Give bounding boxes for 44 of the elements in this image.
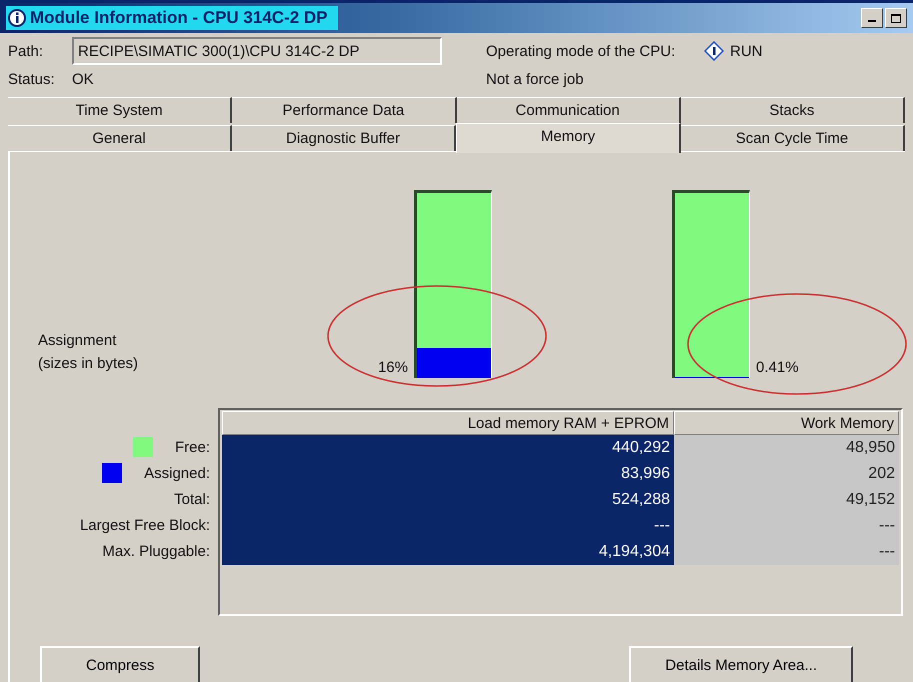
row-label: Free: bbox=[174, 438, 210, 456]
table-cell: --- bbox=[674, 513, 899, 539]
window-title: Module Information - CPU 314C-2 DP bbox=[30, 8, 328, 28]
row-label: Max. Pluggable: bbox=[102, 542, 210, 560]
percent-reading: 0.41% bbox=[756, 359, 799, 378]
table-cell: 83,996 bbox=[222, 461, 674, 487]
table-cell: --- bbox=[222, 513, 674, 539]
status-value: OK bbox=[72, 70, 95, 88]
tab[interactable]: General bbox=[8, 125, 232, 151]
mode-value: RUN bbox=[730, 42, 762, 60]
tab[interactable]: Memory bbox=[456, 123, 681, 153]
tab[interactable]: Diagnostic Buffer bbox=[232, 125, 456, 151]
force-text: Not a force job bbox=[486, 70, 585, 88]
percent-reading: 16% bbox=[378, 359, 408, 378]
tab[interactable]: Scan Cycle Time bbox=[681, 125, 905, 151]
table-cell: --- bbox=[674, 539, 899, 565]
info-icon bbox=[8, 9, 26, 27]
tab[interactable]: Performance Data bbox=[232, 97, 456, 123]
table-cell: 524,288 bbox=[222, 487, 674, 513]
tab[interactable]: Communication bbox=[456, 97, 681, 123]
diamond-icon bbox=[704, 41, 724, 61]
column-header: Work Memory bbox=[674, 411, 899, 435]
status-label: Status: bbox=[8, 70, 56, 88]
table-cell: 202 bbox=[674, 461, 899, 487]
tab[interactable]: Stacks bbox=[680, 97, 905, 123]
table-cell: 4,194,304 bbox=[222, 539, 674, 565]
row-label: Largest Free Block: bbox=[80, 516, 210, 534]
dialog-button[interactable]: Compress bbox=[40, 646, 200, 682]
path-label: Path: bbox=[8, 42, 44, 60]
maximize-icon bbox=[891, 14, 901, 22]
assignment-label: Assignment bbox=[38, 332, 118, 349]
assignment-note: (sizes in bytes) bbox=[38, 355, 140, 372]
row-label: Assigned: bbox=[144, 464, 210, 482]
minimize-button[interactable] bbox=[861, 8, 883, 28]
row-label: Total: bbox=[174, 490, 210, 508]
dialog-button[interactable]: Details Memory Area... bbox=[629, 646, 853, 682]
maximize-button[interactable] bbox=[885, 8, 907, 28]
tab[interactable]: Time System bbox=[8, 97, 232, 123]
mode-label: Operating mode of the CPU: bbox=[486, 42, 676, 60]
table-cell: 48,950 bbox=[674, 435, 899, 461]
path-field: RECIPE\SIMATIC 300(1)\CPU 314C-2 DP bbox=[72, 37, 442, 65]
table-cell: 440,292 bbox=[222, 435, 674, 461]
column-header: Load memory RAM + EPROM bbox=[222, 411, 674, 435]
table-cell: 49,152 bbox=[674, 487, 899, 513]
